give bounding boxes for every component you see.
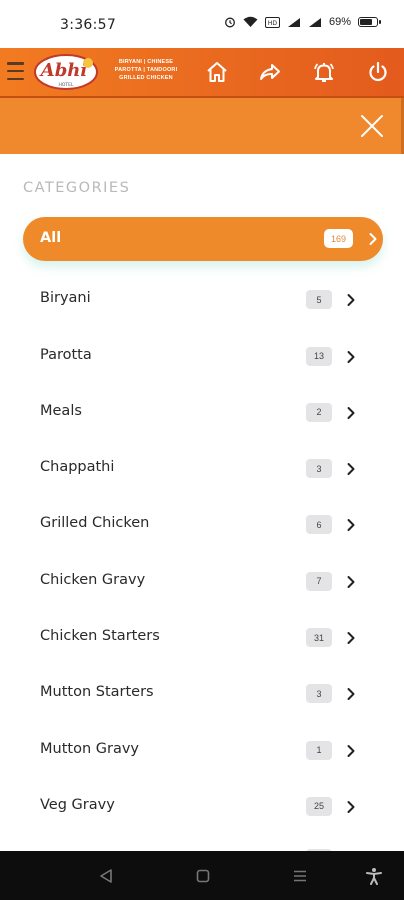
signal-icon xyxy=(287,17,300,27)
category-label: Mutton Starters xyxy=(40,684,154,701)
close-icon[interactable] xyxy=(360,114,384,138)
category-label: All xyxy=(40,230,62,246)
category-label: Veg Gravy xyxy=(40,796,115,813)
category-label: Chicken Gravy xyxy=(40,571,146,588)
svg-text:HOTEL: HOTEL xyxy=(58,82,74,88)
accessibility-icon xyxy=(366,868,382,885)
category-count-badge: 2 xyxy=(306,402,332,422)
chevron-right-icon xyxy=(347,688,355,701)
category-count-badge: 169 xyxy=(323,229,353,248)
back-icon xyxy=(100,869,112,883)
alarm-icon xyxy=(225,17,235,28)
categories-title: CATEGORIES xyxy=(23,180,131,196)
category-item-veg-gravy[interactable]: Veg Gravy 25 xyxy=(0,779,404,835)
category-item-chicken-gravy[interactable]: Chicken Gravy 7 xyxy=(0,554,404,610)
category-item-chappathi[interactable]: Chappathi 3 xyxy=(0,441,404,497)
back-button[interactable] xyxy=(95,865,117,887)
system-nav-bar xyxy=(0,851,404,900)
category-count-badge: 5 xyxy=(306,290,332,310)
category-label: Meals xyxy=(40,402,82,419)
battery-icon xyxy=(358,17,381,27)
recents-button[interactable] xyxy=(289,865,311,887)
share-icon xyxy=(260,64,280,80)
logout-button[interactable] xyxy=(364,58,392,86)
status-bar: 3:36:57 HD 69% xyxy=(0,0,404,48)
svg-text:HD: HD xyxy=(268,20,278,27)
menu-icon[interactable] xyxy=(7,62,24,80)
status-icons: HD 69% xyxy=(224,16,381,28)
category-item-mutton-starters[interactable]: Mutton Starters 3 xyxy=(0,666,404,722)
category-item-meals[interactable]: Meals 2 xyxy=(0,385,404,441)
recents-icon xyxy=(294,870,306,882)
category-count-badge: 1 xyxy=(306,740,332,760)
status-time: 3:36:57 xyxy=(60,17,117,33)
header-tagline: BIRYANI | CHINESE PAROTTA | TANDOORI GRI… xyxy=(108,58,184,82)
home-nav-button[interactable] xyxy=(192,865,214,887)
category-item-grilled-chicken[interactable]: Grilled Chicken 6 xyxy=(0,497,404,553)
chevron-right-icon xyxy=(347,406,355,419)
bell-icon xyxy=(314,63,334,82)
category-item-chicken-starters[interactable]: Chicken Starters 31 xyxy=(0,610,404,666)
app-header: Abhi HOTEL BIRYANI | CHINESE PAROTTA | T… xyxy=(0,48,404,98)
category-label: Biryani xyxy=(40,290,91,307)
category-label: Mutton Gravy xyxy=(40,740,139,757)
wifi-icon xyxy=(243,16,258,27)
power-icon xyxy=(369,61,387,82)
square-icon xyxy=(196,869,210,883)
hotel-logo[interactable]: Abhi HOTEL xyxy=(34,53,98,91)
chevron-right-icon xyxy=(347,294,355,307)
category-count-badge: 25 xyxy=(306,796,332,816)
category-item-all[interactable]: All 169 xyxy=(0,216,404,272)
tagline-line: GRILLED CHICKEN xyxy=(119,75,173,81)
category-count-badge: 7 xyxy=(306,571,332,591)
accessibility-button[interactable] xyxy=(363,865,385,887)
category-item-partial[interactable] xyxy=(0,835,404,851)
chevron-right-icon xyxy=(347,744,355,757)
chevron-right-icon xyxy=(347,350,355,363)
tagline-line: PAROTTA | TANDOORI xyxy=(114,67,178,73)
categories-panel: CATEGORIES All 169 Biryani 5 Parotta 13 … xyxy=(0,154,404,851)
category-count-badge: 31 xyxy=(306,628,332,648)
category-list: All 169 Biryani 5 Parotta 13 Meals 2 Cha… xyxy=(0,216,404,851)
category-count-badge: 13 xyxy=(306,346,332,366)
chevron-right-icon xyxy=(347,463,355,476)
category-label: Parotta xyxy=(40,346,92,363)
chevron-right-icon xyxy=(347,575,355,588)
chevron-right-icon xyxy=(347,800,355,813)
category-count-badge: 3 xyxy=(306,684,332,704)
category-panel-header xyxy=(0,98,404,154)
signal-icon xyxy=(308,17,321,27)
notification-button[interactable] xyxy=(310,58,338,86)
category-label: Chappathi xyxy=(40,459,115,476)
home-icon xyxy=(207,62,227,82)
svg-text:Abhi: Abhi xyxy=(39,60,88,81)
home-button[interactable] xyxy=(203,58,231,86)
category-count-badge: 6 xyxy=(306,515,332,535)
battery-percent: 69% xyxy=(328,16,351,28)
category-label: Grilled Chicken xyxy=(40,515,150,532)
category-item-parotta[interactable]: Parotta 13 xyxy=(0,329,404,385)
category-label: Chicken Starters xyxy=(40,628,160,645)
chevron-right-icon xyxy=(347,519,355,532)
category-item-mutton-gravy[interactable]: Mutton Gravy 1 xyxy=(0,723,404,779)
tagline-line: BIRYANI | CHINESE xyxy=(118,59,174,65)
volte-icon: HD xyxy=(264,16,280,28)
category-count-badge: 3 xyxy=(306,459,332,479)
chevron-right-icon xyxy=(347,632,355,645)
category-item-biryani[interactable]: Biryani 5 xyxy=(0,272,404,328)
share-button[interactable] xyxy=(256,58,284,86)
chevron-right-icon xyxy=(369,233,377,245)
